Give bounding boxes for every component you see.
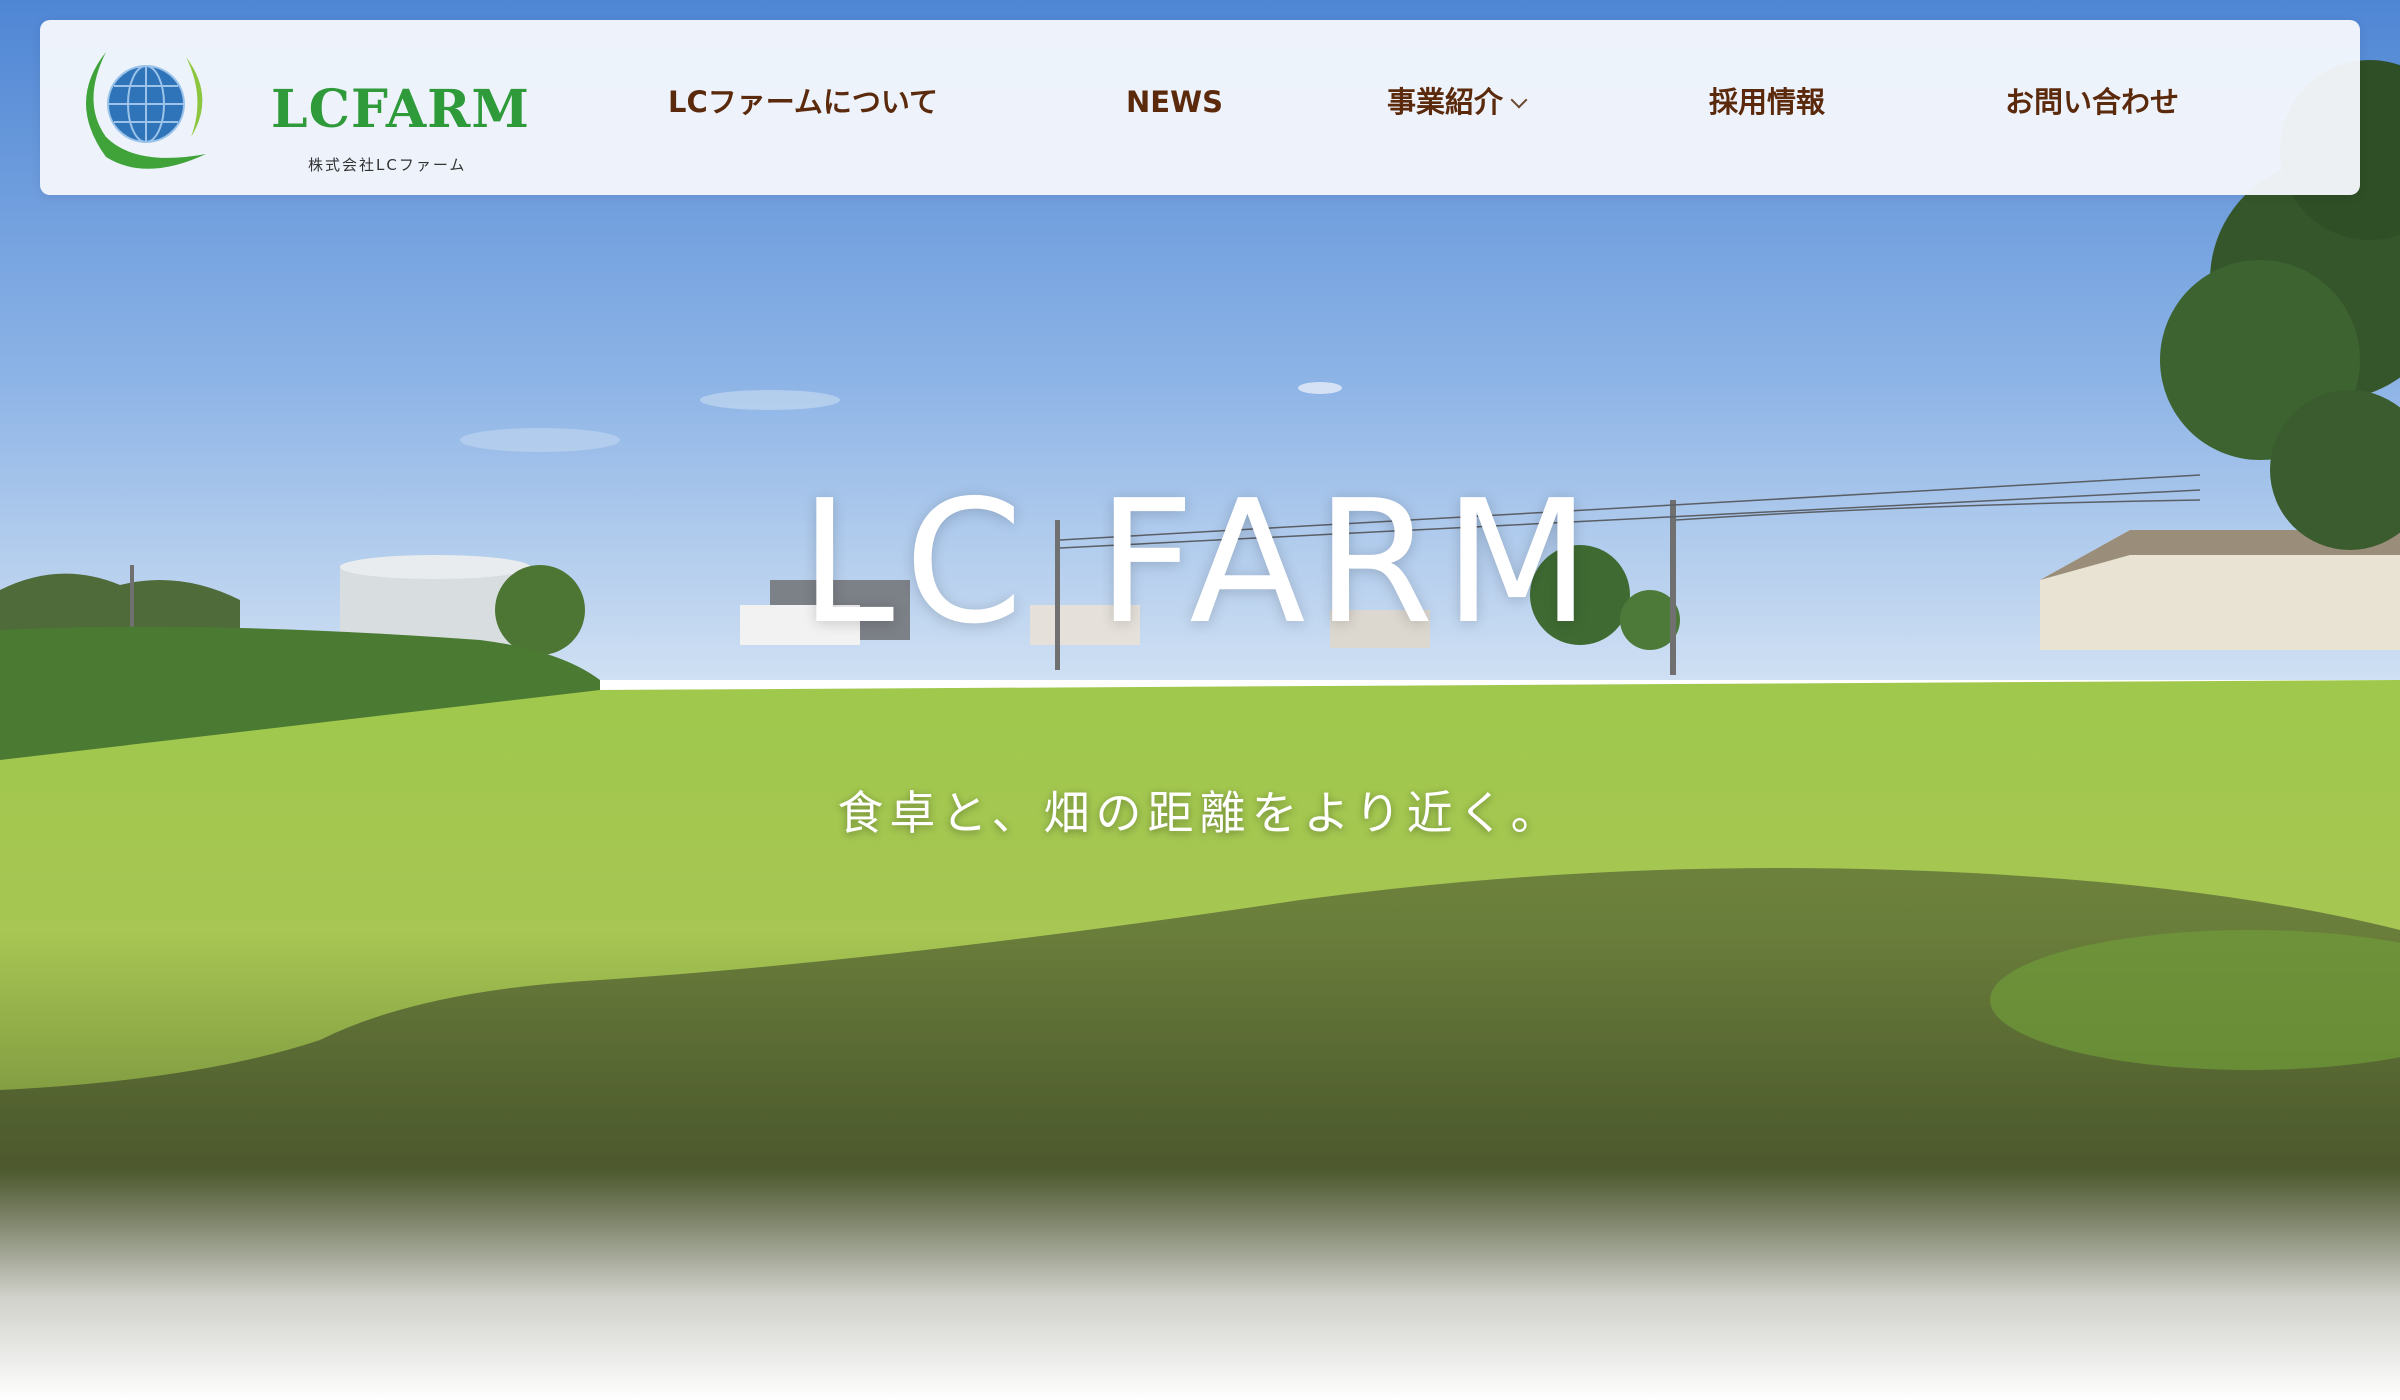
page: LCFARM 株式会社LCファーム LCファームについて NEWS 事業紹介 採… [0,0,2400,1400]
hero-tagline: 食卓と、畑の距離をより近く。 [837,786,1563,840]
nav-item-label: 事業紹介 [1387,85,1504,119]
site-header: LCFARM 株式会社LCファーム LCファームについて NEWS 事業紹介 採… [40,20,2360,195]
nav-item-business[interactable]: 事業紹介 [1387,85,1528,119]
nav-item-label: お問い合わせ [2005,85,2180,119]
main-nav: LCファームについて NEWS 事業紹介 採用情報 お問い合わせ [40,20,2360,195]
nav-item-label: NEWS [1126,85,1223,119]
hero-background-image [0,0,2400,1400]
nav-item-recruit[interactable]: 採用情報 [1709,88,1825,117]
nav-item-news[interactable]: NEWS [1126,88,1223,117]
nav-item-label: LCファームについて [668,85,939,119]
nav-item-label: 採用情報 [1709,85,1826,119]
chevron-down-icon [1510,91,1528,109]
nav-item-contact[interactable]: お問い合わせ [2005,88,2179,117]
hero-bottom-fade [0,1170,2400,1400]
nav-item-about[interactable]: LCファームについて [668,88,938,117]
hero-title: LC FARM [799,464,1601,662]
